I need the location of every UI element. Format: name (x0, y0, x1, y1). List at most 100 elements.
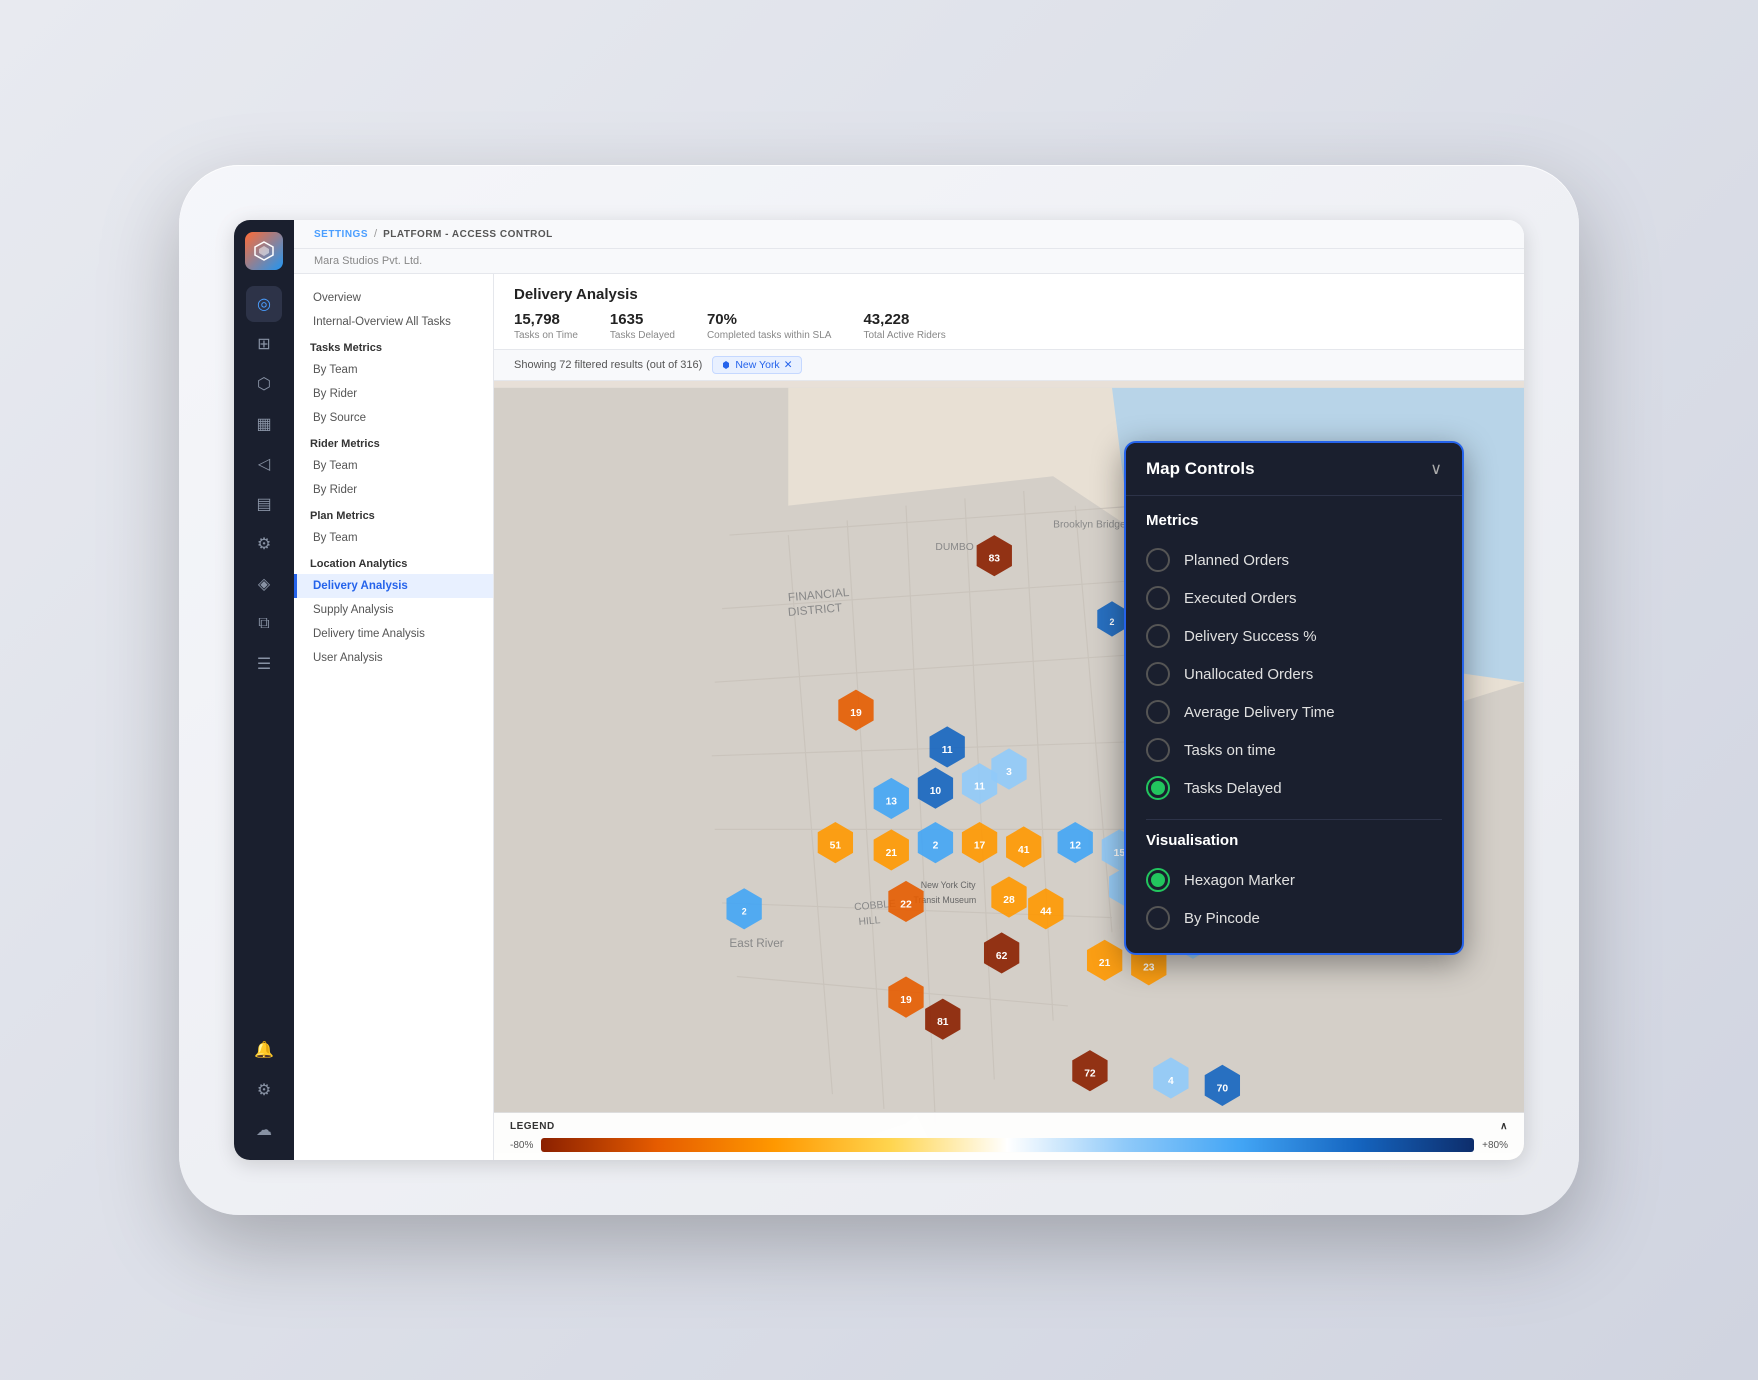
metric-avg-delivery-time[interactable]: Average Delivery Time (1146, 693, 1442, 731)
sidebar-icon-layers[interactable]: ⧉ (246, 606, 282, 642)
vis-pincode-label: By Pincode (1184, 910, 1260, 927)
controls-chevron-icon[interactable]: ∨ (1430, 459, 1442, 479)
radio-hexagon-marker[interactable] (1146, 868, 1170, 892)
app-logo[interactable] (245, 232, 283, 270)
controls-divider (1146, 819, 1442, 820)
metric-executed-orders[interactable]: Executed Orders (1146, 579, 1442, 617)
stat-active-riders: 43,228 Total Active Riders (863, 311, 945, 341)
svg-text:51: 51 (830, 840, 842, 851)
sidebar-icon-database[interactable]: ☰ (246, 646, 282, 682)
sidebar-icon-globe[interactable]: ◎ (246, 286, 282, 322)
breadcrumb-current: PLATFORM - ACCESS CONTROL (383, 229, 553, 240)
svg-text:13: 13 (886, 796, 898, 807)
metric-unallocated-orders[interactable]: Unallocated Orders (1146, 655, 1442, 693)
metric-delivery-success-label: Delivery Success % (1184, 628, 1317, 645)
vis-hexagon-marker[interactable]: Hexagon Marker (1146, 861, 1442, 899)
stat-active-riders-label: Total Active Riders (863, 330, 945, 341)
svg-text:DUMBO: DUMBO (935, 542, 973, 553)
nav-user-analysis[interactable]: User Analysis (294, 646, 493, 670)
stat-tasks-delayed-label: Tasks Delayed (610, 330, 675, 341)
svg-text:New York City: New York City (921, 880, 976, 890)
map-title: Delivery Analysis (514, 286, 1504, 303)
vis-hexagon-label: Hexagon Marker (1184, 872, 1295, 889)
metric-tasks-on-time-label: Tasks on time (1184, 742, 1276, 759)
radio-by-pincode[interactable] (1146, 906, 1170, 930)
sidebar-icon-calendar[interactable]: ▦ (246, 406, 282, 442)
nav-delivery-analysis[interactable]: Delivery Analysis (294, 574, 493, 598)
sidebar-icon-gear[interactable]: ⚙ (246, 1072, 282, 1108)
svg-text:11: 11 (942, 745, 953, 756)
svg-text:44: 44 (1040, 907, 1052, 918)
main-content: SETTINGS / PLATFORM - ACCESS CONTROL Mar… (294, 220, 1524, 1160)
metric-tasks-on-time[interactable]: Tasks on time (1146, 731, 1442, 769)
nav-plan-by-team[interactable]: By Team (294, 526, 493, 550)
radio-avg-delivery-time[interactable] (1146, 700, 1170, 724)
sidebar-icon-navigation[interactable]: ◁ (246, 446, 282, 482)
metric-planned-orders-label: Planned Orders (1184, 552, 1289, 569)
stat-active-riders-value: 43,228 (863, 311, 945, 328)
svg-text:19: 19 (850, 708, 862, 719)
svg-text:81: 81 (937, 1017, 949, 1028)
metric-planned-orders[interactable]: Planned Orders (1146, 541, 1442, 579)
svg-text:21: 21 (886, 848, 898, 859)
gradient-bar (541, 1138, 1474, 1152)
metric-tasks-delayed[interactable]: Tasks Delayed (1146, 769, 1442, 807)
radio-tasks-on-time[interactable] (1146, 738, 1170, 762)
sidebar-icon-grid[interactable]: ⊞ (246, 326, 282, 362)
svg-text:28: 28 (1003, 895, 1015, 906)
sidebar-icon-shield[interactable]: ◈ (246, 566, 282, 602)
nav-tasks-by-team[interactable]: By Team (294, 358, 493, 382)
legend-min: -80% (510, 1140, 533, 1151)
filter-tag-newyork[interactable]: New York ✕ (712, 356, 801, 374)
controls-body: Metrics Planned Orders Executed Orders (1126, 496, 1462, 953)
left-nav: Overview Internal-Overview All Tasks Tas… (294, 274, 494, 1160)
vis-by-pincode[interactable]: By Pincode (1146, 899, 1442, 937)
content-area: Overview Internal-Overview All Tasks Tas… (294, 274, 1524, 1160)
stat-tasks-on-time-value: 15,798 (514, 311, 578, 328)
map-area: Delivery Analysis 15,798 Tasks on Time 1… (494, 274, 1524, 1160)
svg-text:17: 17 (974, 840, 986, 851)
radio-delivery-success[interactable] (1146, 624, 1170, 648)
company-name: Mara Studios Pvt. Ltd. (294, 249, 1524, 274)
svg-text:2: 2 (1110, 617, 1115, 627)
stats-row: 15,798 Tasks on Time 1635 Tasks Delayed … (514, 311, 1504, 341)
metric-tasks-delayed-label: Tasks Delayed (1184, 780, 1282, 797)
sidebar-icon-document[interactable]: ▤ (246, 486, 282, 522)
metrics-section-label: Metrics (1146, 512, 1442, 529)
visualisation-section-label: Visualisation (1146, 832, 1442, 849)
device-frame: ◎ ⊞ ⬡ ▦ ◁ ▤ ⚙ ◈ ⧉ ☰ 🔔 ⚙ ☁ SETTINGS / PLA… (179, 165, 1579, 1215)
nav-rider-by-rider[interactable]: By Rider (294, 478, 493, 502)
radio-planned-orders[interactable] (1146, 548, 1170, 572)
metric-executed-orders-label: Executed Orders (1184, 590, 1297, 607)
svg-text:83: 83 (989, 554, 1001, 565)
sidebar-icon-settings[interactable]: ⚙ (246, 526, 282, 562)
legend-panel: LEGEND ∧ -80% +80% (494, 1112, 1524, 1160)
legend-title: LEGEND (510, 1121, 555, 1132)
nav-overview[interactable]: Overview (294, 286, 493, 310)
legend-max: +80% (1482, 1140, 1508, 1151)
nav-delivery-time[interactable]: Delivery time Analysis (294, 622, 493, 646)
nav-rider-by-team[interactable]: By Team (294, 454, 493, 478)
nav-section-rider: Rider Metrics (294, 430, 493, 454)
nav-supply-analysis[interactable]: Supply Analysis (294, 598, 493, 622)
nav-section-plan: Plan Metrics (294, 502, 493, 526)
radio-executed-orders[interactable] (1146, 586, 1170, 610)
radio-unallocated-orders[interactable] (1146, 662, 1170, 686)
sidebar-icon-bell[interactable]: 🔔 (246, 1032, 282, 1068)
radio-tasks-delayed[interactable] (1146, 776, 1170, 800)
nav-tasks-by-source[interactable]: By Source (294, 406, 493, 430)
nav-internal-overview[interactable]: Internal-Overview All Tasks (294, 310, 493, 334)
sidebar-icon-network[interactable]: ⬡ (246, 366, 282, 402)
stat-sla: 70% Completed tasks within SLA (707, 311, 832, 341)
legend-collapse-icon[interactable]: ∧ (1500, 1121, 1508, 1132)
metric-delivery-success[interactable]: Delivery Success % (1146, 617, 1442, 655)
sidebar-icon-cloud[interactable]: ☁ (246, 1112, 282, 1148)
breadcrumb-separator: / (374, 228, 377, 240)
breadcrumb-settings[interactable]: SETTINGS (314, 229, 368, 240)
svg-text:2: 2 (933, 840, 939, 851)
svg-text:11: 11 (974, 782, 985, 793)
nav-tasks-by-rider[interactable]: By Rider (294, 382, 493, 406)
filter-bar: Showing 72 filtered results (out of 316)… (494, 350, 1524, 381)
svg-text:62: 62 (996, 951, 1008, 962)
svg-text:23: 23 (1143, 963, 1155, 974)
